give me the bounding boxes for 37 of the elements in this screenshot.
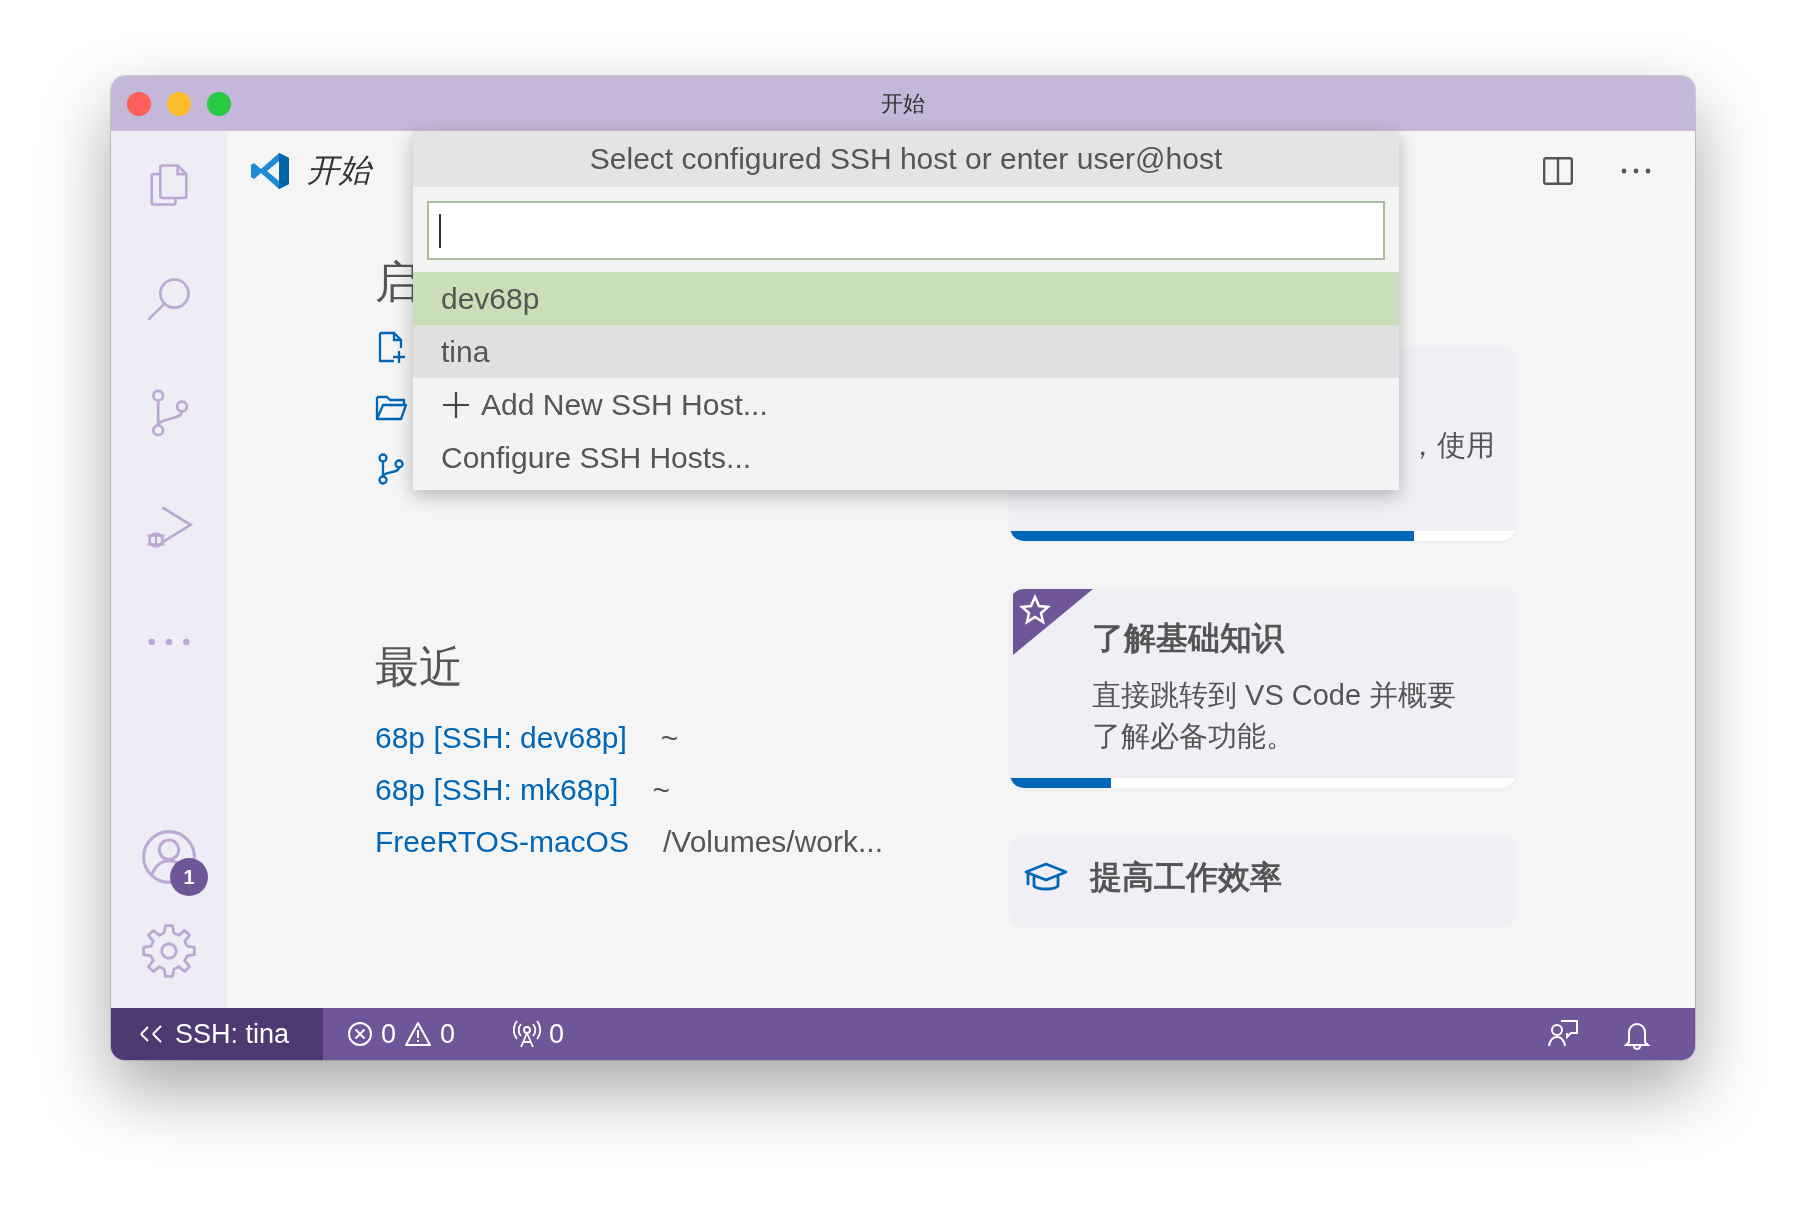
settings-icon[interactable] xyxy=(140,922,198,980)
error-icon xyxy=(347,1021,373,1047)
quick-pick-item[interactable]: Configure SSH Hosts... xyxy=(413,431,1399,484)
problems-button[interactable]: 0 0 xyxy=(331,1008,472,1060)
zoom-button[interactable] xyxy=(207,91,231,116)
walkthrough-card[interactable]: 提高工作效率 xyxy=(1010,836,1515,927)
ports-button[interactable]: 0 xyxy=(497,1008,581,1060)
host-input-field[interactable] xyxy=(427,201,1385,260)
quick-pick-item[interactable]: tina xyxy=(413,325,1399,378)
plus-icon xyxy=(441,389,471,420)
walkthrough-card[interactable]: 了解基础知识 直接跳转到 VS Code 并概要了解必备功能。 xyxy=(1010,589,1515,789)
card-description: 直接跳转到 VS Code 并概要了解必备功能。 xyxy=(1092,678,1458,754)
section-heading: 最近 xyxy=(375,641,464,693)
minimize-button[interactable] xyxy=(167,91,191,116)
antenna-icon xyxy=(513,1020,542,1048)
quick-pick-item[interactable]: dev68p xyxy=(413,272,1399,325)
recent-folder-link[interactable]: 68p [SSH: mk68p] xyxy=(375,773,619,807)
close-button[interactable] xyxy=(127,91,151,116)
notification-badge: 1 xyxy=(170,858,208,896)
app-logo-icon xyxy=(249,151,291,191)
remote-indicator-button[interactable]: SSH: tina xyxy=(111,1008,323,1060)
window-title: 开始 xyxy=(881,89,925,118)
recent-folder-link[interactable]: FreeRTOS-macOS xyxy=(375,825,629,859)
card-description: ，使用 xyxy=(1408,428,1495,463)
more-actions-icon[interactable] xyxy=(1619,167,1653,175)
recent-folder-link[interactable]: 68p [SSH: dev68p] xyxy=(375,721,627,755)
quick-pick-item[interactable]: Add New SSH Host... xyxy=(413,378,1399,431)
split-editor-icon[interactable] xyxy=(1541,154,1575,188)
quick-pick-title: Select configured SSH host or enter user@host xyxy=(413,131,1399,187)
branch-icon[interactable] xyxy=(375,450,407,488)
warning-icon xyxy=(404,1021,433,1047)
folder-path: ~ xyxy=(660,721,679,755)
card-title: 提高工作效率 xyxy=(1090,858,1282,898)
folder-path: ~ xyxy=(652,773,670,807)
card-title: 了解基础知识 xyxy=(1092,619,1286,658)
editor-tab-title[interactable]: 开始 xyxy=(307,149,371,193)
folder-path: /Volumes/work... xyxy=(662,825,884,859)
